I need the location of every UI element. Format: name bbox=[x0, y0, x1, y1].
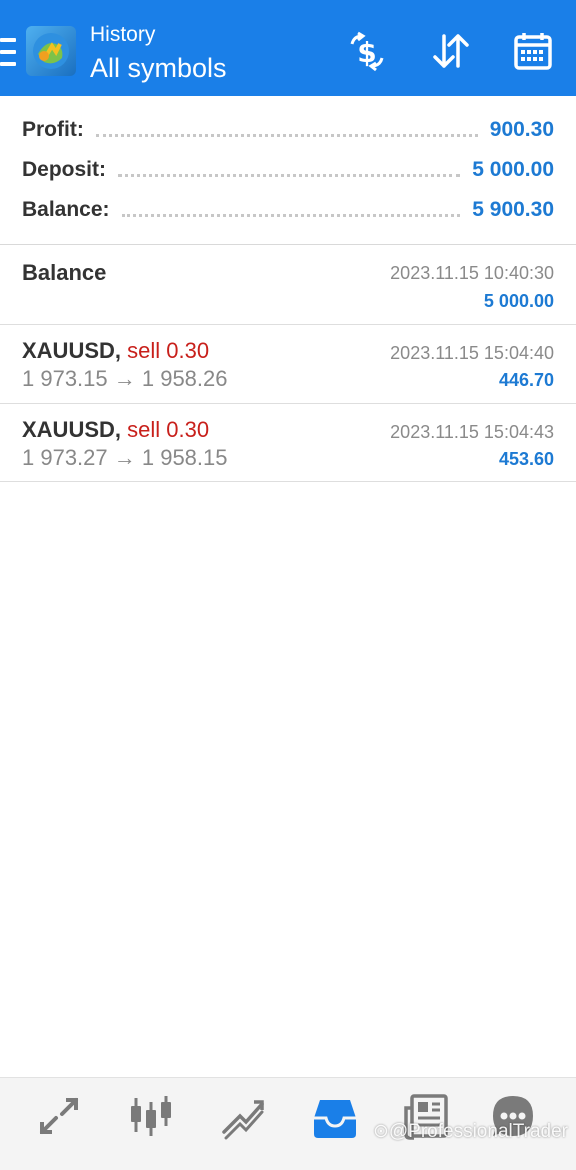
deal-title: XAUUSD, sell 0.30 bbox=[22, 338, 209, 364]
profit-row: Profit: 900.30 bbox=[22, 115, 554, 145]
menu-icon[interactable] bbox=[0, 38, 16, 68]
deal-time: 2023.11.15 15:04:40 bbox=[390, 343, 554, 363]
balance-row: Balance: 5 900.30 bbox=[22, 195, 554, 225]
dotted-leader bbox=[95, 133, 478, 137]
calendar-icon[interactable] bbox=[512, 30, 554, 72]
deal-time: 2023.11.15 10:40:30 bbox=[390, 263, 554, 283]
deal-amount: 446.70 bbox=[498, 370, 554, 390]
header-subtitle: History bbox=[90, 23, 156, 46]
deal-title: Balance bbox=[22, 260, 107, 285]
deal-prices: 1 973.27 → 1 958.15 bbox=[22, 445, 228, 470]
history-summary: Profit: 900.30 Deposit: 5 000.00 Balance… bbox=[0, 96, 576, 245]
dollar-exchange-icon[interactable]: $ bbox=[346, 30, 388, 72]
balance-label: Balance: bbox=[22, 198, 110, 221]
deposit-row: Deposit: 5 000.00 bbox=[22, 155, 554, 185]
deal-type: sell 0.30 bbox=[127, 417, 210, 442]
deal-time: 2023.11.15 15:04:43 bbox=[390, 422, 554, 442]
deal-row[interactable]: XAUUSD, sell 0.30 1 973.27 → 1 958.15 20… bbox=[0, 404, 576, 482]
profit-value: 900.30 bbox=[489, 118, 554, 141]
deposit-value: 5 000.00 bbox=[472, 158, 554, 181]
deposit-label: Deposit: bbox=[22, 158, 106, 181]
app-logo bbox=[26, 26, 76, 76]
history-icon[interactable] bbox=[310, 1092, 360, 1142]
deal-row-balance[interactable]: Balance 2023.11.15 10:40:30 5 000.00 bbox=[0, 245, 576, 325]
deal-prices: 1 973.15 → 1 958.26 bbox=[22, 366, 228, 391]
quotes-icon[interactable] bbox=[34, 1092, 84, 1142]
dotted-leader bbox=[118, 173, 461, 177]
trade-icon[interactable] bbox=[218, 1092, 268, 1142]
profit-label: Profit: bbox=[22, 118, 84, 141]
deal-title: XAUUSD, sell 0.30 bbox=[22, 417, 209, 443]
deal-amount: 453.60 bbox=[498, 449, 554, 469]
header-title[interactable]: All symbols bbox=[90, 52, 227, 84]
sort-icon[interactable] bbox=[430, 30, 472, 72]
deal-type: sell 0.30 bbox=[127, 338, 210, 363]
deal-symbol: XAUUSD, bbox=[22, 417, 122, 442]
deal-symbol: XAUUSD, bbox=[22, 338, 122, 363]
dotted-leader bbox=[121, 213, 461, 217]
chart-icon[interactable] bbox=[126, 1092, 176, 1142]
app-header: History All symbols $ bbox=[0, 0, 576, 96]
balance-value: 5 900.30 bbox=[472, 198, 554, 221]
deal-row[interactable]: XAUUSD, sell 0.30 1 973.15 → 1 958.26 20… bbox=[0, 325, 576, 404]
watermark: ⊙@ProfessionalTrader bbox=[372, 1121, 568, 1142]
deal-amount: 5 000.00 bbox=[483, 291, 554, 311]
